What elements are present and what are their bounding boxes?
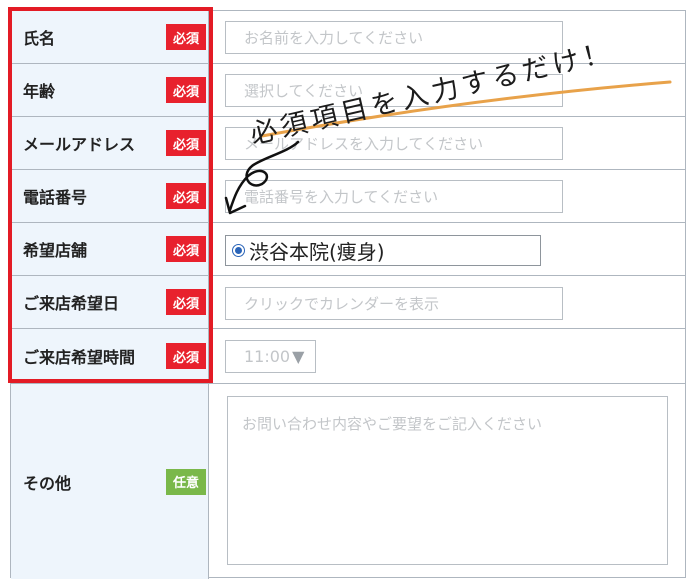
annotation-arrow-curve bbox=[228, 140, 300, 212]
annotation-overlay bbox=[224, 80, 672, 215]
arrow-head-icon bbox=[224, 196, 247, 215]
